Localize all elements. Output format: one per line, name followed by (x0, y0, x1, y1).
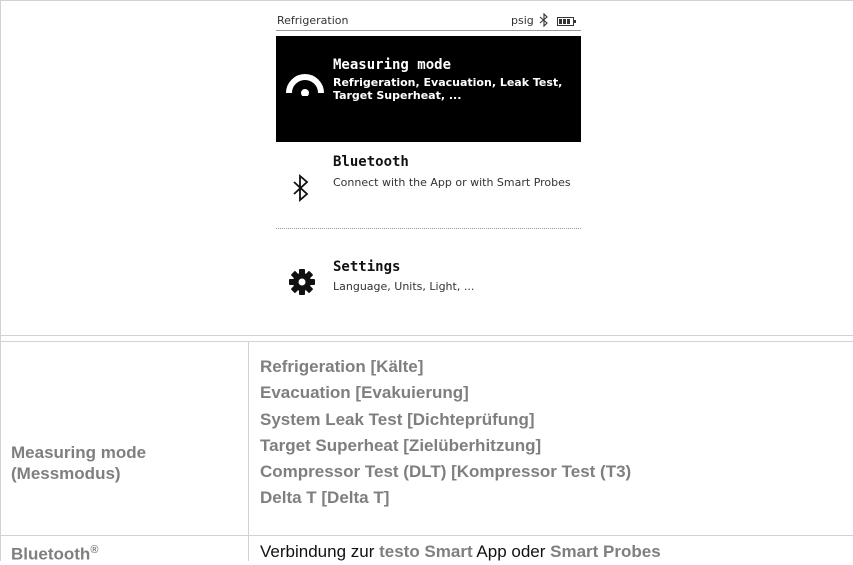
mode-option: System Leak Test [Dichteprüfung] (260, 410, 535, 429)
menu-item-measuring-mode[interactable]: Measuring mode Refrigeration, Evacuation… (276, 36, 581, 142)
status-title: Refrigeration (277, 14, 349, 27)
battery-icon (557, 17, 576, 26)
menu-item-description: Connect with the App or with Smart Probe… (333, 176, 571, 189)
table-border (0, 341, 853, 342)
table-border (0, 335, 853, 336)
menu-divider (276, 228, 581, 229)
desc-text: Verbindung zur (260, 542, 380, 561)
probe-name: Smart Probes (550, 542, 661, 561)
label-line: Measuring mode (11, 443, 147, 462)
device-screen: Refrigeration psig Measuring mode Refrig… (276, 12, 581, 324)
menu-item-title: Settings (333, 259, 401, 275)
mode-option: Refrigeration [Kälte] (260, 357, 424, 376)
status-unit: psig (511, 14, 534, 27)
mode-option: Target Superheat [Zielüberhitzung] (260, 436, 542, 455)
status-divider (276, 30, 581, 31)
app-name: testo Smart (379, 542, 473, 561)
mode-option: Delta T [Delta T] (260, 488, 390, 507)
table-border-left (0, 0, 1, 561)
menu-item-title: Measuring mode (333, 57, 452, 73)
table-border-top (0, 0, 853, 1)
bluetooth-icon (293, 174, 309, 202)
table-border (0, 535, 853, 536)
menu-item-title: Bluetooth (333, 154, 409, 170)
menu-item-description: Refrigeration, Evacuation, Leak Test, Ta… (333, 76, 563, 102)
gear-icon (289, 269, 315, 295)
menu-item-settings[interactable]: Settings Language, Units, Light, ... (276, 244, 581, 324)
bluetooth-status-icon (539, 13, 548, 27)
status-bar: Refrigeration psig (276, 12, 581, 34)
gauge-icon (286, 74, 324, 96)
row-label-measuring-mode: Measuring mode (Messmodus) (11, 442, 146, 484)
desc-text: App oder (472, 542, 551, 561)
label-line: (Messmodus) (11, 464, 121, 483)
mode-option: Compressor Test (DLT) [Kompressor Test (… (260, 462, 632, 481)
menu-item-bluetooth[interactable]: Bluetooth Connect with the App or with S… (276, 144, 581, 236)
menu-item-description: Language, Units, Light, ... (333, 280, 475, 293)
mode-option: Evacuation [Evakuierung] (260, 383, 469, 402)
registered-mark: ® (90, 544, 99, 556)
bluetooth-description: Verbindung zur testo Smart App oder Smar… (260, 542, 661, 562)
column-divider (248, 341, 249, 561)
